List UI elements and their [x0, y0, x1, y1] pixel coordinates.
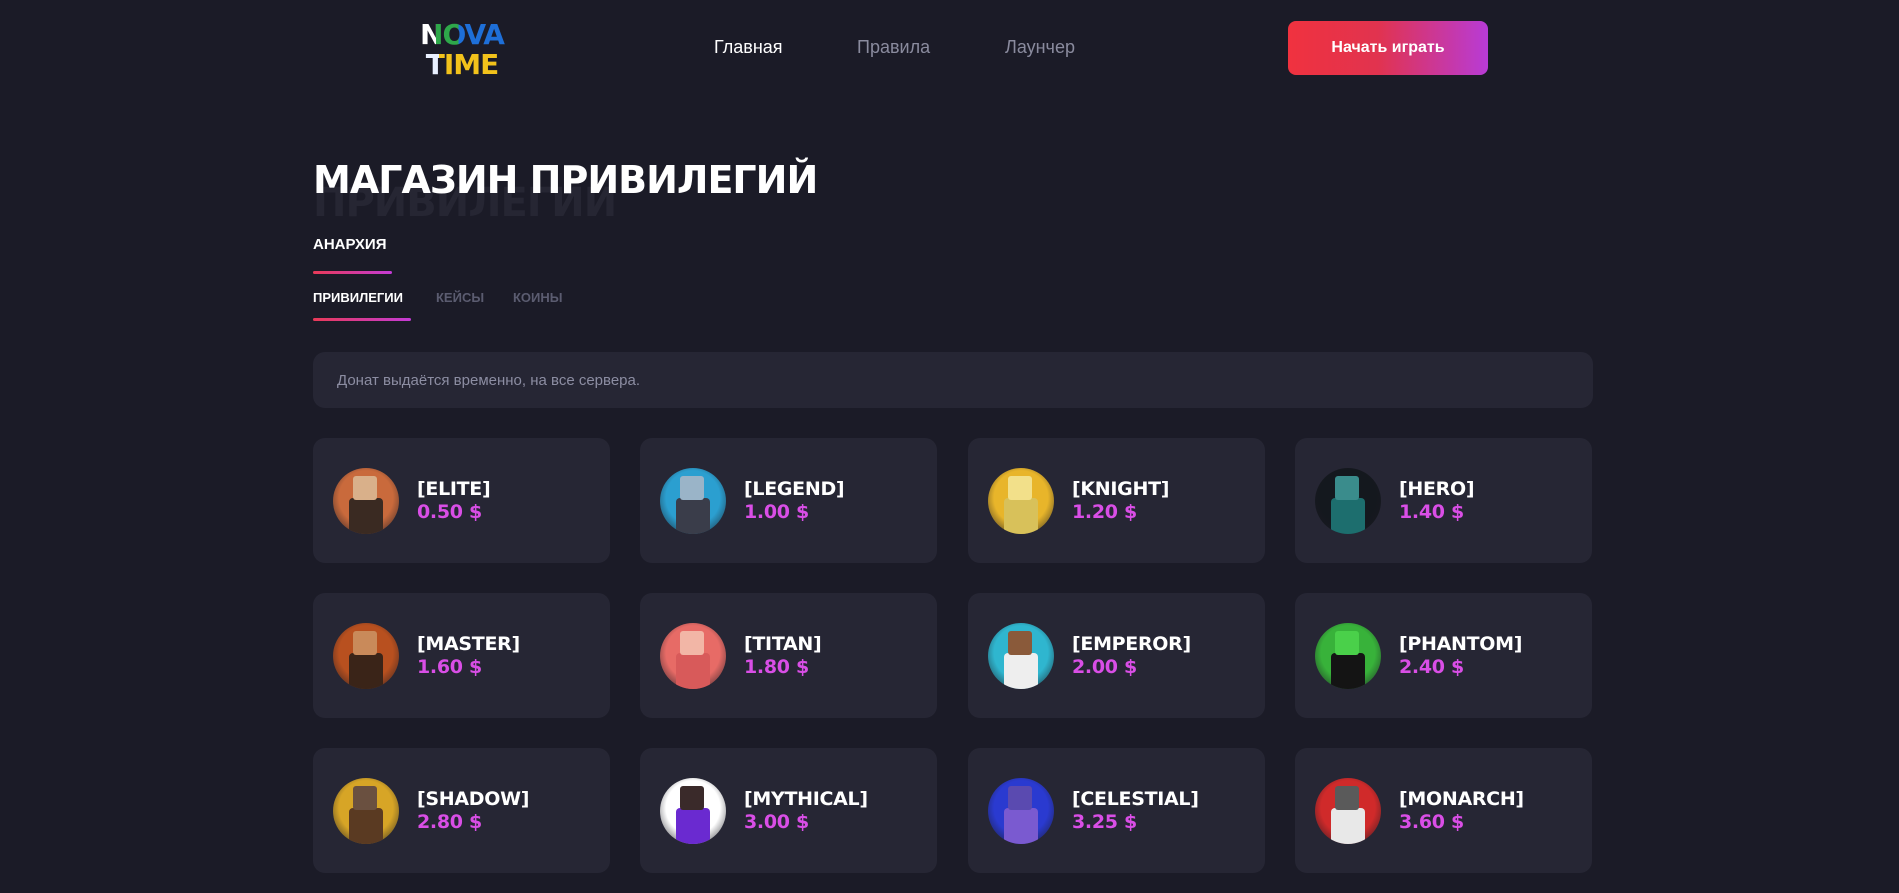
privilege-price: 3.60 $: [1399, 811, 1464, 833]
privilege-name: [EMPEROR]: [1072, 633, 1191, 655]
notice-banner: Донат выдаётся временно, на все сервера.: [313, 352, 1593, 408]
privilege-card[interactable]: [TITAN] 1.80 $: [640, 593, 937, 718]
privilege-name: [TITAN]: [744, 633, 822, 655]
nav-rules[interactable]: Правила: [857, 37, 930, 58]
logo-line-2: TIME: [416, 50, 508, 80]
privilege-name: [CELESTIAL]: [1072, 788, 1199, 810]
privilege-avatar-icon: [988, 468, 1054, 534]
privilege-card[interactable]: [KNIGHT] 1.20 $: [968, 438, 1265, 563]
subtab-underline: [313, 318, 411, 321]
privilege-name: [LEGEND]: [744, 478, 845, 500]
privilege-price: 1.40 $: [1399, 501, 1464, 523]
privilege-name: [HERO]: [1399, 478, 1475, 500]
tab-privileges[interactable]: ПРИВИЛЕГИИ: [313, 290, 403, 305]
privilege-price: 1.80 $: [744, 656, 809, 678]
start-playing-button[interactable]: Начать играть: [1288, 21, 1488, 75]
logo-line-1: NOVA: [416, 20, 508, 50]
privilege-card[interactable]: [EMPEROR] 2.00 $: [968, 593, 1265, 718]
privilege-card[interactable]: [ELITE] 0.50 $: [313, 438, 610, 563]
tab-anarchy[interactable]: АНАРХИЯ: [313, 236, 387, 253]
privilege-avatar-icon: [660, 778, 726, 844]
privilege-name: [PHANTOM]: [1399, 633, 1523, 655]
privilege-avatar-icon: [333, 623, 399, 689]
privilege-price: 2.40 $: [1399, 656, 1464, 678]
privilege-card[interactable]: [PHANTOM] 2.40 $: [1295, 593, 1592, 718]
privilege-name: [MYTHICAL]: [744, 788, 868, 810]
nav-launcher[interactable]: Лаунчер: [1005, 37, 1075, 58]
nav-home[interactable]: Главная: [714, 37, 783, 58]
privilege-avatar-icon: [333, 778, 399, 844]
privilege-name: [MONARCH]: [1399, 788, 1524, 810]
privilege-avatar-icon: [1315, 468, 1381, 534]
privilege-avatar-icon: [988, 623, 1054, 689]
privilege-price: 2.80 $: [417, 811, 482, 833]
privilege-price: 0.50 $: [417, 501, 482, 523]
privilege-name: [MASTER]: [417, 633, 520, 655]
server-tab-underline: [313, 271, 392, 274]
privilege-card[interactable]: [MYTHICAL] 3.00 $: [640, 748, 937, 873]
privilege-card[interactable]: [SHADOW] 2.80 $: [313, 748, 610, 873]
tab-coins[interactable]: КОИНЫ: [513, 290, 563, 305]
privilege-price: 1.60 $: [417, 656, 482, 678]
privilege-price: 1.00 $: [744, 501, 809, 523]
privilege-card[interactable]: [MASTER] 1.60 $: [313, 593, 610, 718]
notice-text: Донат выдаётся временно, на все сервера.: [337, 371, 641, 389]
privilege-avatar-icon: [1315, 778, 1381, 844]
privilege-price: 1.20 $: [1072, 501, 1137, 523]
privilege-name: [KNIGHT]: [1072, 478, 1170, 500]
privilege-price: 3.25 $: [1072, 811, 1137, 833]
privilege-avatar-icon: [660, 468, 726, 534]
privilege-price: 2.00 $: [1072, 656, 1137, 678]
privilege-price: 3.00 $: [744, 811, 809, 833]
page-title-block: ПРИВИЛЕГИИ МАГАЗИН ПРИВИЛЕГИЙ: [313, 158, 818, 226]
privilege-name: [SHADOW]: [417, 788, 530, 810]
privilege-card[interactable]: [CELESTIAL] 3.25 $: [968, 748, 1265, 873]
privilege-avatar-icon: [660, 623, 726, 689]
privilege-avatar-icon: [1315, 623, 1381, 689]
logo[interactable]: NOVA TIME: [416, 20, 508, 86]
page-title: МАГАЗИН ПРИВИЛЕГИЙ: [313, 158, 818, 202]
privilege-card[interactable]: [HERO] 1.40 $: [1295, 438, 1592, 563]
privilege-avatar-icon: [988, 778, 1054, 844]
tab-cases[interactable]: КЕЙСЫ: [436, 290, 484, 305]
privilege-avatar-icon: [333, 468, 399, 534]
privilege-card[interactable]: [LEGEND] 1.00 $: [640, 438, 937, 563]
privilege-name: [ELITE]: [417, 478, 491, 500]
privilege-card[interactable]: [MONARCH] 3.60 $: [1295, 748, 1592, 873]
